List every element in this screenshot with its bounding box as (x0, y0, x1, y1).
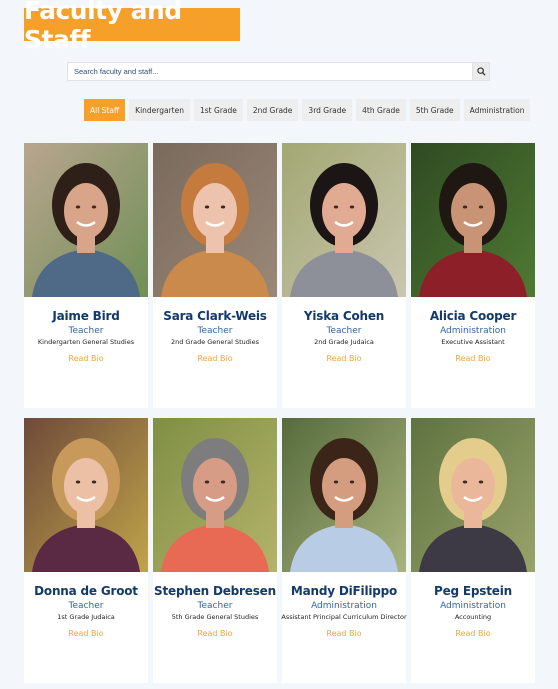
search-bar (67, 62, 490, 81)
staff-department: 5th Grade General Studies (171, 613, 259, 621)
staff-name: Stephen Debresen (154, 584, 276, 598)
staff-card: Peg Epstein Administration Accounting Re… (411, 418, 535, 683)
search-input[interactable] (68, 63, 472, 80)
portrait-image (153, 418, 277, 572)
staff-name: Mandy DiFilippo (290, 584, 398, 598)
staff-name: Sara Clark-Weis (163, 309, 267, 323)
staff-department: 1st Grade Judaica (57, 613, 115, 621)
filter-administration[interactable]: Administration (463, 99, 531, 121)
portrait-image (24, 418, 148, 572)
read-bio-link[interactable]: Read Bio (326, 354, 361, 363)
read-bio-link[interactable]: Read Bio (197, 354, 232, 363)
read-bio-link[interactable]: Read Bio (455, 629, 490, 638)
filter-kindergarten[interactable]: Kindergarten (129, 99, 190, 121)
read-bio-link[interactable]: Read Bio (68, 629, 103, 638)
read-bio-link[interactable]: Read Bio (455, 354, 490, 363)
staff-department: Executive Assistant (441, 338, 505, 346)
portrait-image (153, 143, 277, 297)
staff-card: Alicia Cooper Administration Executive A… (411, 143, 535, 408)
staff-photo[interactable] (153, 418, 277, 572)
portrait-image (411, 143, 535, 297)
read-bio-link[interactable]: Read Bio (68, 354, 103, 363)
filter-2nd-grade[interactable]: 2nd Grade (246, 99, 299, 121)
portrait-image (282, 143, 406, 297)
staff-role: Teacher (197, 326, 233, 336)
staff-card: Mandy DiFilippo Administration Assistant… (281, 418, 407, 683)
staff-department: Kindergarten General Studies (37, 338, 135, 346)
staff-name: Peg Epstein (434, 584, 512, 598)
staff-grid: Jaime Bird Teacher Kindergarten General … (24, 143, 535, 683)
staff-name: Alicia Cooper (429, 309, 517, 323)
staff-role: Teacher (197, 601, 233, 611)
staff-name: Donna de Groot (34, 584, 138, 598)
staff-photo[interactable] (411, 418, 535, 572)
page-title: Faculty and Staff (24, 0, 182, 54)
staff-role: Teacher (68, 326, 104, 336)
staff-photo[interactable] (411, 143, 535, 297)
staff-department: Assistant Principal Curriculum Director (281, 613, 407, 621)
staff-photo[interactable] (24, 143, 148, 297)
read-bio-link[interactable]: Read Bio (197, 629, 232, 638)
filter-3rd-grade[interactable]: 3rd Grade (302, 99, 353, 121)
staff-photo[interactable] (282, 418, 406, 572)
staff-card: Jaime Bird Teacher Kindergarten General … (24, 143, 148, 408)
staff-card: Yiska Cohen Teacher 2nd Grade Judaica Re… (282, 143, 406, 408)
faculty-staff-page: Faculty and Staff All Staff Kindergarten… (0, 0, 558, 689)
staff-photo[interactable] (282, 143, 406, 297)
staff-role: Administration (311, 601, 377, 611)
search-button[interactable] (472, 63, 489, 80)
staff-photo[interactable] (24, 418, 148, 572)
staff-card: Sara Clark-Weis Teacher 2nd Grade Genera… (153, 143, 277, 408)
staff-role: Teacher (68, 601, 104, 611)
portrait-image (282, 418, 406, 572)
portrait-image (411, 418, 535, 572)
staff-name: Yiska Cohen (303, 309, 385, 323)
staff-card: Donna de Groot Teacher 1st Grade Judaica… (24, 418, 148, 683)
filter-all-staff[interactable]: All Staff (84, 99, 126, 121)
search-icon (476, 67, 486, 76)
staff-name: Jaime Bird (52, 309, 120, 323)
staff-department: 2nd Grade General Studies (170, 338, 260, 346)
staff-department: 2nd Grade Judaica (314, 338, 374, 346)
filter-4th-grade[interactable]: 4th Grade (356, 99, 406, 121)
staff-role: Administration (440, 601, 506, 611)
filter-1st-grade[interactable]: 1st Grade (194, 99, 243, 121)
staff-card: Stephen Debresen Teacher 5th Grade Gener… (153, 418, 277, 683)
filter-bar: All Staff Kindergarten 1st Grade 2nd Gra… (84, 99, 531, 121)
staff-role: Administration (440, 326, 506, 336)
page-title-banner: Faculty and Staff (24, 0, 240, 54)
read-bio-link[interactable]: Read Bio (326, 629, 361, 638)
staff-photo[interactable] (153, 143, 277, 297)
portrait-image (24, 143, 148, 297)
staff-role: Teacher (326, 326, 362, 336)
staff-department: Accounting (454, 613, 492, 621)
filter-5th-grade[interactable]: 5th Grade (409, 99, 460, 121)
